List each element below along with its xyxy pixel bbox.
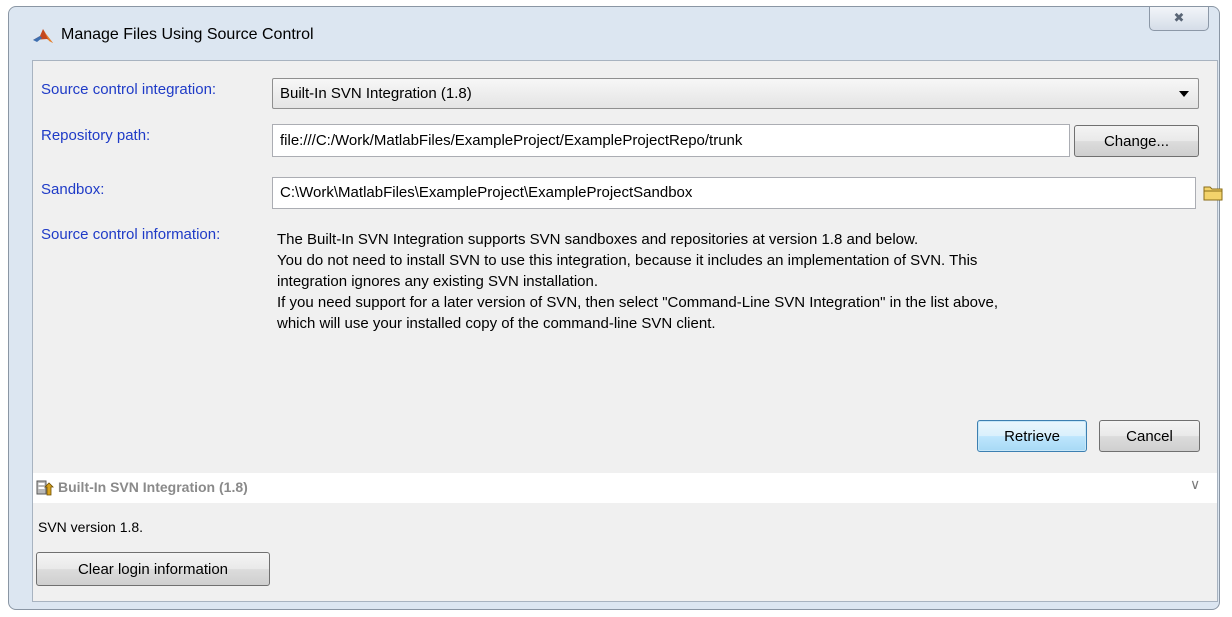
info-text: The Built-In SVN Integration supports SV… bbox=[277, 229, 1197, 334]
clear-login-button[interactable]: Clear login information bbox=[36, 552, 270, 586]
info-line: which will use your installed copy of th… bbox=[277, 315, 716, 332]
svn-panel-title: Built-In SVN Integration (1.8) bbox=[58, 479, 248, 495]
close-icon: ✖ bbox=[1173, 10, 1185, 25]
integration-dropdown[interactable]: Built-In SVN Integration (1.8) bbox=[272, 78, 1199, 109]
title-bar: Manage Files Using Source Control ✖ bbox=[9, 7, 1219, 59]
chevron-down-icon[interactable]: ∨ bbox=[1190, 476, 1200, 493]
dropdown-arrow-icon bbox=[1179, 91, 1189, 97]
retrieve-button[interactable]: Retrieve bbox=[977, 420, 1087, 452]
svn-integration-icon bbox=[36, 480, 54, 496]
close-button[interactable]: ✖ bbox=[1149, 7, 1209, 31]
info-line: If you need support for a later version … bbox=[277, 294, 999, 311]
repository-path-input[interactable]: file:///C:/Work/MatlabFiles/ExampleProje… bbox=[272, 124, 1070, 157]
info-label: Source control information: bbox=[41, 226, 221, 243]
cancel-button[interactable]: Cancel bbox=[1099, 420, 1200, 452]
dialog-content: Source control integration: Built-In SVN… bbox=[32, 60, 1223, 602]
integration-label: Source control integration: bbox=[41, 81, 217, 98]
info-line: You do not need to install SVN to use th… bbox=[277, 252, 978, 269]
change-button[interactable]: Change... bbox=[1074, 125, 1199, 157]
integration-selected-value: Built-In SVN Integration (1.8) bbox=[280, 85, 472, 102]
info-line: integration ignores any existing SVN ins… bbox=[277, 273, 599, 290]
sandbox-input[interactable]: C:\Work\MatlabFiles\ExampleProject\Examp… bbox=[272, 177, 1196, 209]
info-line: The Built-In SVN Integration supports SV… bbox=[277, 231, 919, 248]
svn-panel-header[interactable]: Built-In SVN Integration (1.8) ∨ bbox=[33, 473, 1217, 503]
dialog-window: Manage Files Using Source Control ✖ Sour… bbox=[8, 6, 1223, 610]
svn-version-text: SVN version 1.8. bbox=[38, 519, 144, 535]
matlab-logo-icon bbox=[33, 29, 53, 43]
window-title: Manage Files Using Source Control bbox=[61, 26, 314, 43]
sandbox-label: Sandbox: bbox=[41, 181, 105, 198]
folder-icon[interactable] bbox=[1203, 185, 1223, 201]
repository-label: Repository path: bbox=[41, 127, 151, 144]
